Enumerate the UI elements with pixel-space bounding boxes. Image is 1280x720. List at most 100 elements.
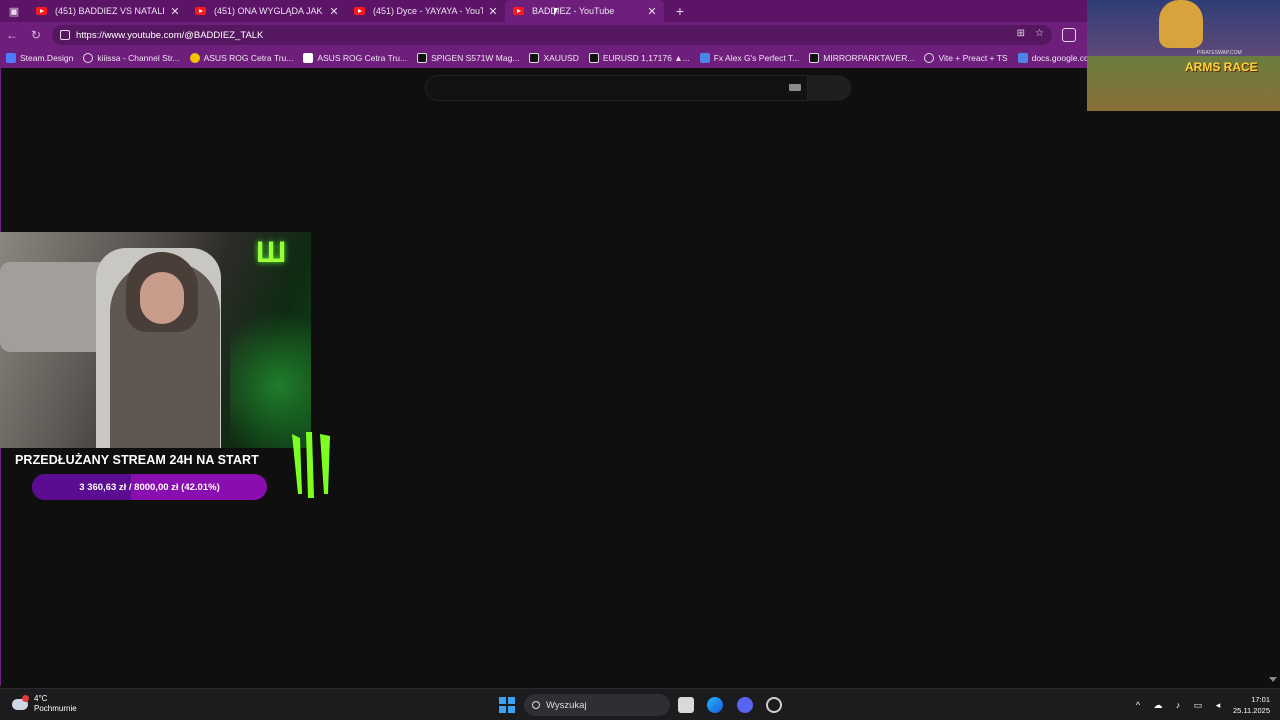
task-view-icon[interactable]	[678, 697, 694, 713]
bookmark-label: XAUUSD	[543, 53, 579, 63]
time: 17:01	[1251, 695, 1270, 704]
clock[interactable]: 17:01 25.11.2025	[1233, 694, 1270, 716]
bookmark-label: Steam.Design	[20, 53, 74, 63]
url-text: https://www.youtube.com/@BADDIEZ_TALK	[76, 29, 264, 41]
close-tab-icon[interactable]: ✕	[646, 5, 658, 18]
window-menu-icon[interactable]: ▣	[0, 0, 28, 22]
search-icon	[532, 701, 540, 709]
app-icon[interactable]	[766, 697, 782, 713]
bookmark-item[interactable]: ASUS ROG Cetra Tru...	[189, 53, 294, 63]
bookmark-item[interactable]: Vite + Preact + TS	[924, 53, 1008, 63]
date: 25.11.2025	[1233, 706, 1270, 715]
volume-icon[interactable]: ◂	[1213, 700, 1223, 710]
youtube-icon	[36, 7, 47, 15]
streamer-face	[140, 272, 184, 324]
taskbar: 4°C Pochmurnie Wyszukaj ^ ☁ ♪ ▭ ◂ 17:01 …	[0, 688, 1280, 720]
onedrive-icon[interactable]: ☁	[1153, 700, 1163, 710]
reload-button[interactable]: ↻	[24, 23, 48, 47]
docs-icon	[1017, 53, 1028, 63]
close-tab-icon[interactable]: ✕	[169, 5, 181, 18]
globe-icon	[924, 53, 935, 63]
youtube-search-input[interactable]	[425, 75, 808, 101]
youtube-search-button[interactable]	[808, 75, 851, 101]
tab-strip: ▣ (451) BADDIEZ VS NATALIE WAYN ✕ (451) …	[0, 0, 1087, 22]
weather-widget[interactable]: 4°C Pochmurnie	[12, 694, 77, 714]
start-button[interactable]	[499, 697, 515, 713]
bookmark-label: SPIGEN S571W Mag...	[431, 53, 520, 63]
taskbar-search[interactable]: Wyszukaj	[524, 694, 670, 716]
close-tab-icon[interactable]: ✕	[487, 5, 499, 18]
bookmark-item[interactable]: SPIGEN S571W Mag...	[417, 53, 519, 63]
tab-title: (451) ONA WYGLĄDA JAK TA RYB	[214, 6, 324, 16]
bookmarks-bar: Steam.Design kiiissa - Channel Str... AS…	[0, 48, 1114, 68]
bookmark-item[interactable]: Fx Alex G's Perfect T...	[699, 53, 800, 63]
bookmark-label: EURUSD 1,17176 ▲...	[602, 53, 690, 63]
tab-title: (451) Dyce - YAYAYA - YouTube	[373, 6, 483, 16]
discord-icon[interactable]	[737, 697, 753, 713]
tab-1[interactable]: (451) BADDIEZ VS NATALIE WAYN ✕	[28, 0, 187, 22]
x-icon	[303, 53, 314, 63]
back-button[interactable]: ←	[0, 23, 24, 47]
tradingview-icon	[529, 53, 540, 63]
microphone-icon[interactable]: ♪	[1173, 700, 1183, 710]
new-tab-button[interactable]: +	[668, 3, 692, 19]
tab-2[interactable]: (451) ONA WYGLĄDA JAK TA RYB ✕	[187, 0, 346, 22]
monster-energy-icon	[292, 432, 330, 498]
donation-goal-text: 3 360,63 zł / 8000,00 zł (42.01%)	[79, 481, 220, 493]
app-install-icon[interactable]: ⊞	[1017, 28, 1025, 39]
bookmark-item[interactable]: ASUS ROG Cetra Tru...	[303, 53, 407, 63]
game-character	[1159, 0, 1203, 48]
youtube-icon	[354, 7, 365, 15]
tab-title: (451) BADDIEZ VS NATALIE WAYN	[55, 6, 165, 16]
tradingview-icon	[588, 53, 599, 63]
cloud-icon	[12, 694, 29, 710]
mouse-cursor-icon	[554, 8, 558, 16]
dark-icon	[417, 53, 428, 63]
scroll-down-icon[interactable]	[1269, 677, 1277, 682]
bookmark-item[interactable]: XAUUSD	[529, 53, 579, 63]
edge-icon[interactable]	[707, 697, 723, 713]
sofa	[0, 262, 110, 352]
bookmark-item[interactable]: Steam.Design	[6, 53, 73, 63]
docs-icon	[699, 53, 710, 63]
close-tab-icon[interactable]: ✕	[328, 5, 340, 18]
green-light	[230, 292, 311, 448]
gold-icon	[189, 53, 200, 63]
bookmark-label: Fx Alex G's Perfect T...	[713, 53, 800, 63]
stream-banner: PRZEDŁUŻANY STREAM 24H NA START	[15, 453, 259, 467]
weather-temp: 4°C	[34, 694, 48, 703]
bookmark-star-icon[interactable]: ☆	[1035, 28, 1044, 39]
tab-4-active[interactable]: BADDIEZ - YouTube ✕	[505, 0, 664, 22]
notification-dot	[22, 694, 29, 702]
bookmark-item[interactable]: MIRRORPARKTAVER...	[809, 53, 914, 63]
game-source: PIRATESWAP.COM	[1197, 50, 1242, 56]
extensions-icon[interactable]	[1062, 28, 1076, 42]
screen: ▣ (451) BADDIEZ VS NATALIE WAYN ✕ (451) …	[0, 0, 1280, 720]
monster-logo-icon: Ш	[256, 236, 287, 269]
keyboard-icon[interactable]	[789, 84, 801, 91]
steam-icon	[6, 53, 16, 63]
dark-icon	[809, 53, 820, 63]
weather-desc: Pochmurnie	[34, 704, 77, 713]
bookmark-item[interactable]: kiiissa - Channel Str...	[83, 53, 180, 63]
system-tray: ^ ☁ ♪ ▭ ◂ 17:01 25.11.2025	[1133, 694, 1270, 716]
taskbar-search-label: Wyszukaj	[546, 699, 587, 711]
game-title: ARMS RACE	[1185, 60, 1258, 74]
webcam-overlay: Ш	[0, 232, 311, 448]
youtube-icon	[513, 7, 524, 15]
site-info-icon[interactable]	[60, 30, 70, 40]
chevron-up-icon[interactable]: ^	[1133, 700, 1143, 710]
bookmark-item[interactable]: EURUSD 1,17176 ▲...	[588, 53, 690, 63]
address-row: ← ↻ https://www.youtube.com/@BADDIEZ_TAL…	[0, 22, 1087, 48]
globe-icon	[83, 53, 94, 63]
tab-3[interactable]: (451) Dyce - YAYAYA - YouTube ✕	[346, 0, 505, 22]
bookmark-label: ASUS ROG Cetra Tru...	[203, 53, 294, 63]
display-icon[interactable]: ▭	[1193, 700, 1203, 710]
bookmark-label: Vite + Preact + TS	[938, 53, 1008, 63]
youtube-icon	[195, 7, 206, 15]
bookmark-label: ASUS ROG Cetra Tru...	[317, 53, 408, 63]
bookmark-label: MIRRORPARKTAVER...	[823, 53, 915, 63]
address-bar[interactable]: https://www.youtube.com/@BADDIEZ_TALK ⊞ …	[52, 25, 1052, 45]
bookmark-label: kiiissa - Channel Str...	[97, 53, 180, 63]
donation-goal-bar: 3 360,63 zł / 8000,00 zł (42.01%)	[32, 474, 267, 500]
